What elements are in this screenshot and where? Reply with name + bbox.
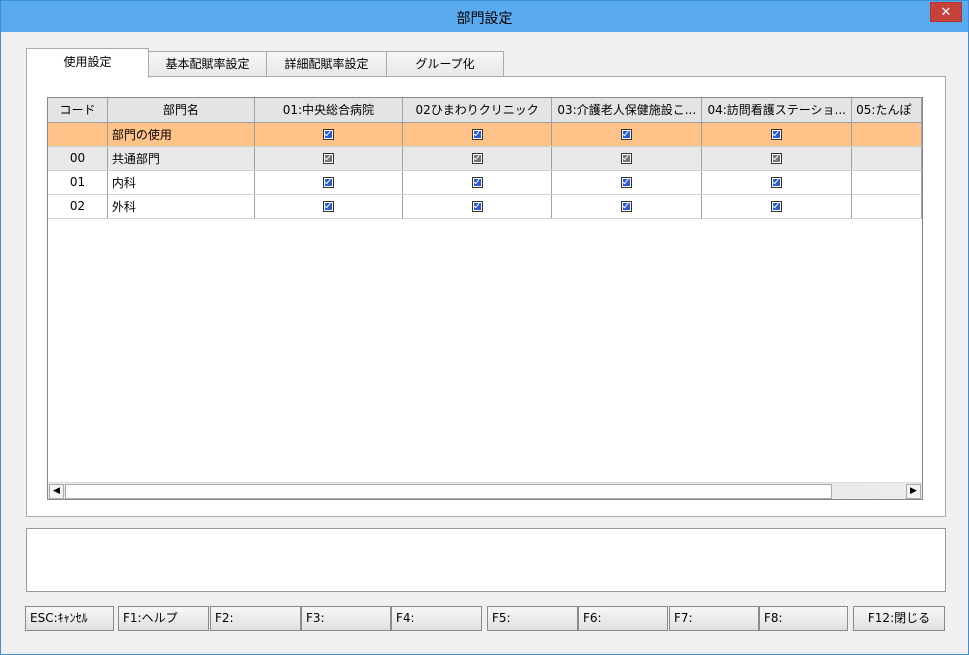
col-header-facility-02[interactable]: 02ひまわりクリニック xyxy=(402,98,553,123)
usage-checkbox[interactable] xyxy=(471,201,483,212)
f3-button[interactable]: F3: xyxy=(301,606,391,631)
title-bar: 部門設定 ✕ xyxy=(1,1,968,32)
usage-checkbox[interactable] xyxy=(771,129,783,140)
col-header-facility-03[interactable]: 03:介護老人保健施設こ... xyxy=(551,98,703,123)
tab-usage-settings[interactable]: 使用設定 xyxy=(26,48,149,78)
table-row[interactable]: 00 共通部門 xyxy=(48,146,922,171)
horizontal-scrollbar[interactable]: ◀ ▶ xyxy=(48,482,922,499)
scroll-left-icon[interactable]: ◀ xyxy=(49,484,64,499)
scroll-thumb[interactable] xyxy=(65,484,832,499)
usage-checkbox[interactable] xyxy=(471,129,483,140)
usage-checkbox[interactable] xyxy=(322,177,334,188)
esc-cancel-button[interactable]: ESC:ｷｬﾝｾﾙ xyxy=(25,606,114,631)
disabled-checkbox xyxy=(621,153,633,164)
department-grid[interactable]: コード 部門名 01:中央総合病院 02ひまわりクリニック 03:介護老人保健施… xyxy=(47,97,923,500)
col-header-code[interactable]: コード xyxy=(48,98,108,123)
f7-button[interactable]: F7: xyxy=(669,606,759,631)
close-button[interactable]: ✕ xyxy=(930,2,962,22)
row-code xyxy=(48,122,108,147)
usage-checkbox[interactable] xyxy=(771,177,783,188)
usage-checkbox[interactable] xyxy=(471,177,483,188)
table-row[interactable]: 02 外科 xyxy=(48,194,922,219)
f12-close-button[interactable]: F12:閉じる xyxy=(853,606,945,631)
tab-grouping[interactable]: グループ化 xyxy=(386,51,504,77)
col-header-facility-01[interactable]: 01:中央総合病院 xyxy=(254,98,404,123)
usage-checkbox[interactable] xyxy=(621,177,633,188)
usage-checkbox[interactable] xyxy=(621,201,633,212)
disabled-checkbox xyxy=(471,153,483,164)
scroll-right-icon[interactable]: ▶ xyxy=(906,484,921,499)
scroll-track[interactable] xyxy=(833,484,905,499)
f2-button[interactable]: F2: xyxy=(210,606,301,631)
close-icon: ✕ xyxy=(940,5,952,20)
f5-button[interactable]: F5: xyxy=(487,606,578,631)
f1-help-button[interactable]: F1:ヘルプ xyxy=(118,606,209,631)
f4-button[interactable]: F4: xyxy=(391,606,482,631)
col-header-facility-05[interactable]: 05:たんぽ xyxy=(851,98,922,123)
window: 部門設定 ✕ 使用設定 基本配賦率設定 詳細配賦率設定 グループ化 コード 部門… xyxy=(0,0,969,655)
grid-header-row: コード 部門名 01:中央総合病院 02ひまわりクリニック 03:介護老人保健施… xyxy=(48,98,922,123)
row-code: 02 xyxy=(48,194,108,219)
usage-checkbox[interactable] xyxy=(771,201,783,212)
table-row[interactable]: 部門の使用 xyxy=(48,122,922,147)
col-header-name[interactable]: 部門名 xyxy=(107,98,255,123)
row-code: 01 xyxy=(48,170,108,195)
message-box xyxy=(26,528,946,592)
row-name: 外科 xyxy=(107,194,255,219)
row-name: 部門の使用 xyxy=(107,122,255,147)
usage-checkbox[interactable] xyxy=(322,201,334,212)
tab-panel: コード 部門名 01:中央総合病院 02ひまわりクリニック 03:介護老人保健施… xyxy=(26,76,946,517)
col-header-facility-04[interactable]: 04:訪問看護ステーショ... xyxy=(701,98,853,123)
row-code: 00 xyxy=(48,146,108,171)
row-name: 内科 xyxy=(107,170,255,195)
window-title: 部門設定 xyxy=(456,11,513,27)
f6-button[interactable]: F6: xyxy=(578,606,668,631)
disabled-checkbox xyxy=(771,153,783,164)
tab-basic-allocation[interactable]: 基本配賦率設定 xyxy=(148,51,267,77)
usage-checkbox[interactable] xyxy=(621,129,633,140)
grid-table: コード 部門名 01:中央総合病院 02ひまわりクリニック 03:介護老人保健施… xyxy=(48,98,922,219)
tab-detail-allocation[interactable]: 詳細配賦率設定 xyxy=(266,51,387,77)
f8-button[interactable]: F8: xyxy=(759,606,848,631)
usage-checkbox[interactable] xyxy=(322,129,334,140)
row-name: 共通部門 xyxy=(107,146,255,171)
disabled-checkbox xyxy=(322,153,334,164)
table-row[interactable]: 01 内科 xyxy=(48,170,922,195)
